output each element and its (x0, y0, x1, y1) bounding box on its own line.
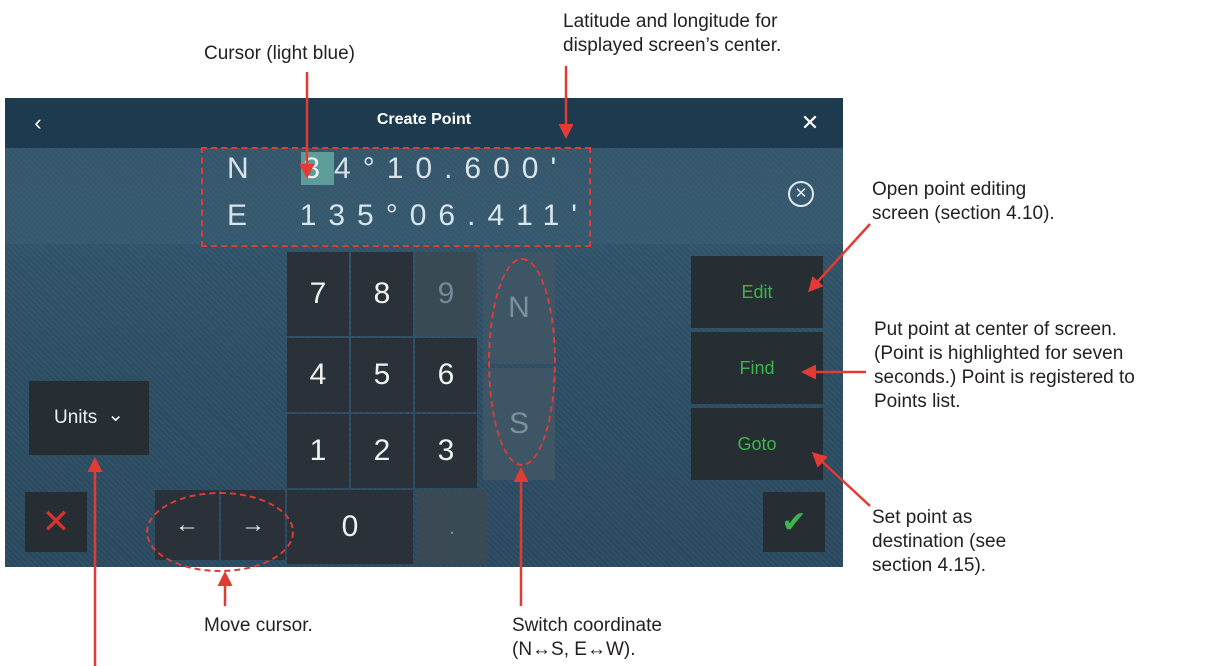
find-button[interactable]: Find (691, 332, 823, 404)
close-icon: ✕ (800, 110, 820, 135)
annotation-find-line4: Points list. (874, 391, 961, 412)
annotation-switch-line2: (N↔S, E↔W). (512, 639, 636, 660)
annotation-find-line2: (Point is highlighted for seven (874, 343, 1124, 364)
annotation-edit-line1: Open point editing (872, 179, 1027, 200)
goto-button[interactable]: Goto (691, 408, 823, 480)
arrow-keys-callout-outline (146, 492, 294, 572)
close-button[interactable]: ✕ (795, 108, 825, 138)
annotation-move-cursor-text: Move cursor. (204, 615, 313, 636)
annotation-switch-line1: Switch coordinate (512, 615, 662, 636)
key-1[interactable]: 1 (287, 414, 349, 488)
key-5[interactable]: 5 (351, 338, 413, 412)
annotation-find-line3: seconds.) Point is registered to (874, 367, 1135, 388)
annotation-edit-line2: screen (section 4.10). (872, 203, 1055, 224)
annotation-find: Put point at center of screen. (Point is… (874, 318, 1135, 414)
key-4[interactable]: 4 (287, 338, 349, 412)
annotation-goto: Set point as destination (see section 4.… (872, 506, 1006, 578)
dialog-title: Create Point (376, 111, 472, 128)
chevron-down-icon: ⌄ (107, 403, 125, 426)
units-dropdown[interactable]: Units ⌄ (29, 381, 149, 455)
units-label: Units (53, 407, 98, 428)
ns-callout-outline (488, 258, 556, 466)
clear-icon: ✕ (794, 185, 808, 202)
confirm-button[interactable]: ✔ (763, 492, 825, 552)
annotation-goto-line1: Set point as (872, 507, 973, 528)
coordinate-callout-outline (201, 147, 591, 247)
edit-button[interactable]: Edit (691, 256, 823, 328)
annotation-latlon-line2: displayed screen’s center. (563, 35, 782, 56)
annotation-edit: Open point editing screen (section 4.10)… (872, 178, 1055, 226)
annotation-find-line1: Put point at center of screen. (874, 319, 1117, 340)
key-0[interactable]: 0 (287, 490, 413, 564)
annotation-cursor-text: Cursor (light blue) (204, 43, 355, 64)
cancel-icon: ✕ (41, 503, 71, 541)
key-2[interactable]: 2 (351, 414, 413, 488)
key-6[interactable]: 6 (415, 338, 477, 412)
checkmark-icon: ✔ (781, 505, 807, 539)
key-3[interactable]: 3 (415, 414, 477, 488)
annotation-switch: Switch coordinate (N↔S, E↔W). (512, 614, 662, 662)
key-7[interactable]: 7 (287, 252, 349, 336)
annotation-move-cursor: Move cursor. (204, 614, 313, 638)
annotation-latlon-line1: Latitude and longitude for (563, 11, 778, 32)
annotation-latlon: Latitude and longitude for displayed scr… (563, 10, 781, 58)
annotation-goto-line3: section 4.15). (872, 555, 987, 576)
clear-button[interactable]: ✕ (788, 181, 814, 207)
annotation-goto-line2: destination (see (872, 531, 1007, 552)
cancel-button[interactable]: ✕ (25, 492, 87, 552)
key-9[interactable]: 9 (415, 252, 477, 336)
key-decimal[interactable]: . (417, 490, 487, 564)
key-8[interactable]: 8 (351, 252, 413, 336)
title-bar: ‹ Create Point ✕ (5, 98, 843, 148)
annotation-cursor: Cursor (light blue) (204, 42, 355, 66)
